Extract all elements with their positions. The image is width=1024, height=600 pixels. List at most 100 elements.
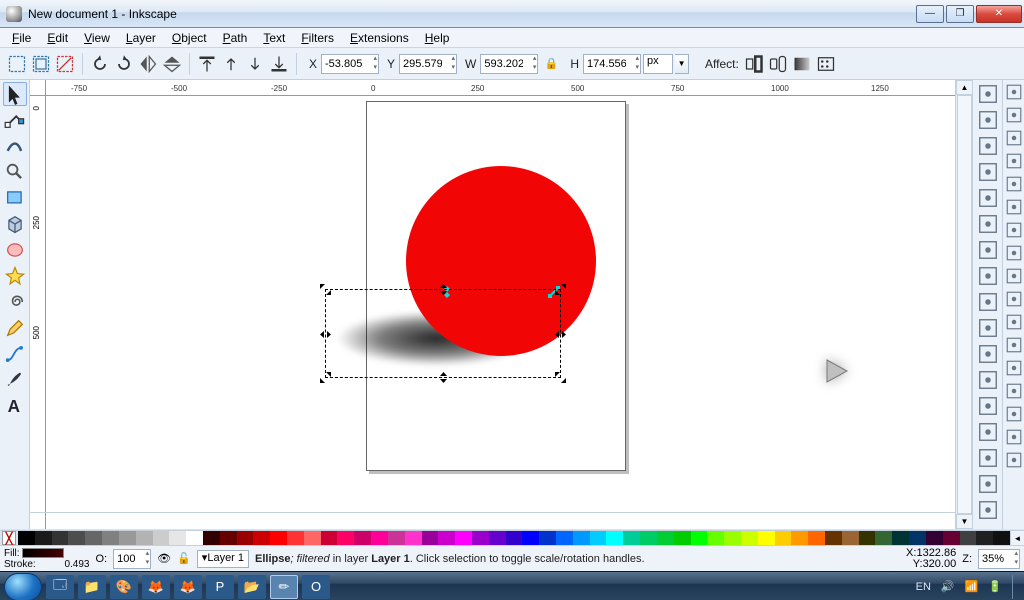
horizontal-scrollbar[interactable] [30, 512, 955, 513]
opacity-input[interactable] [113, 549, 151, 569]
layer-lock-icon[interactable]: 🔓 [177, 552, 191, 565]
tray-battery-icon[interactable]: 🔋 [988, 580, 1002, 593]
affect-pattern-icon[interactable] [815, 53, 837, 75]
color-swatch[interactable] [186, 531, 203, 545]
bezier-tool[interactable] [3, 342, 27, 366]
color-swatch[interactable] [556, 531, 573, 545]
color-swatch[interactable] [724, 531, 741, 545]
ellipse-tool[interactable] [3, 238, 27, 262]
menu-view[interactable]: View [76, 29, 118, 47]
unit-combo-arrow[interactable]: ▼ [675, 54, 689, 74]
calligraphy-tool[interactable] [3, 368, 27, 392]
color-swatch[interactable] [707, 531, 724, 545]
resize-handle-w[interactable] [320, 329, 331, 340]
resize-handle-nw[interactable] [320, 284, 331, 295]
color-swatch[interactable] [455, 531, 472, 545]
taskbar-app-firefox[interactable]: 🦊 [174, 575, 202, 599]
color-swatch[interactable] [52, 531, 69, 545]
text-tool[interactable]: A [3, 394, 27, 418]
color-swatch[interactable] [791, 531, 808, 545]
affect-gradient-icon[interactable] [791, 53, 813, 75]
snap-intersection-icon[interactable] [1004, 243, 1024, 263]
snap-line-icon[interactable] [1004, 312, 1024, 332]
duplicate-icon[interactable] [976, 446, 1000, 470]
color-swatch[interactable] [909, 531, 926, 545]
taskbar-app-explorer[interactable]: 🗔 [46, 575, 74, 599]
resize-handle-n[interactable] [438, 284, 449, 295]
color-swatch[interactable] [18, 531, 35, 545]
palette-menu-arrow[interactable]: ◄ [1010, 531, 1024, 545]
snap-center-icon[interactable] [1004, 220, 1024, 240]
color-swatch[interactable] [102, 531, 119, 545]
color-swatch[interactable] [169, 531, 186, 545]
color-swatch[interactable] [489, 531, 506, 545]
zoom-fit-icon[interactable] [976, 368, 1000, 392]
snap-rotation-icon[interactable] [1004, 427, 1024, 447]
color-swatch[interactable] [472, 531, 489, 545]
color-swatch[interactable] [875, 531, 892, 545]
snap-corner-icon[interactable] [1004, 151, 1024, 171]
color-swatch[interactable] [640, 531, 657, 545]
raise-to-top-icon[interactable] [196, 53, 218, 75]
paste-icon[interactable] [976, 342, 1000, 366]
snap-node-icon[interactable] [1004, 128, 1024, 148]
system-tray[interactable]: EN 🔊 📶 🔋 [916, 575, 1020, 599]
menu-file[interactable]: File [4, 29, 39, 47]
color-swatch[interactable] [388, 531, 405, 545]
vertical-scrollbar[interactable]: ▲ ▼ [955, 80, 972, 529]
tray-lang[interactable]: EN [916, 581, 931, 593]
cut-icon[interactable] [976, 316, 1000, 340]
color-swatch[interactable] [623, 531, 640, 545]
snap-mid-icon[interactable] [1004, 197, 1024, 217]
window-maximize-button[interactable]: ❐ [946, 5, 974, 23]
select-all-icon[interactable] [6, 53, 28, 75]
color-swatch[interactable] [35, 531, 52, 545]
deselect-icon[interactable] [54, 53, 76, 75]
canvas-viewport[interactable] [46, 96, 955, 529]
no-fill-swatch[interactable]: ╳ [2, 531, 16, 545]
taskbar-app-folder[interactable]: 📁 [78, 575, 106, 599]
layer-visibility-icon[interactable]: 👁 [157, 552, 171, 565]
color-swatch[interactable] [119, 531, 136, 545]
window-close-button[interactable]: ✕ [976, 5, 1022, 23]
snap-path-icon[interactable] [1004, 335, 1024, 355]
snap-page-icon[interactable] [1004, 404, 1024, 424]
taskbar-app-powerpoint[interactable]: P [206, 575, 234, 599]
save-icon[interactable] [976, 134, 1000, 158]
taskbar-app-gimp[interactable]: 🦊 [142, 575, 170, 599]
horizontal-ruler[interactable]: -750-500-2500250500750100012501500 [46, 80, 955, 96]
unit-combo[interactable]: px [643, 54, 673, 74]
color-swatch[interactable] [573, 531, 590, 545]
pencil-tool[interactable] [3, 316, 27, 340]
color-swatch[interactable] [606, 531, 623, 545]
rotate-cw-icon[interactable] [113, 53, 135, 75]
color-swatch[interactable] [926, 531, 943, 545]
resize-handle-s[interactable] [438, 372, 449, 383]
color-swatch[interactable] [993, 531, 1010, 545]
menu-edit[interactable]: Edit [39, 29, 76, 47]
layer-combo[interactable]: ▾Layer 1 [197, 550, 249, 568]
open-icon[interactable] [976, 108, 1000, 132]
snap-edge-icon[interactable] [1004, 174, 1024, 194]
color-swatch[interactable] [371, 531, 388, 545]
h-input[interactable] [583, 54, 641, 74]
resize-handle-ne[interactable] [555, 284, 566, 295]
zoom-tool[interactable] [3, 160, 27, 184]
color-swatch[interactable] [691, 531, 708, 545]
import-icon[interactable] [976, 186, 1000, 210]
color-swatch[interactable] [741, 531, 758, 545]
color-swatch[interactable] [422, 531, 439, 545]
box3d-tool[interactable] [3, 212, 27, 236]
color-swatch[interactable] [539, 531, 556, 545]
color-swatch[interactable] [405, 531, 422, 545]
flip-vertical-icon[interactable] [161, 53, 183, 75]
color-swatch[interactable] [337, 531, 354, 545]
tray-network-icon[interactable]: 📶 [965, 580, 979, 593]
color-swatch[interactable] [237, 531, 254, 545]
selector-tool[interactable] [3, 82, 27, 106]
scroll-down-button[interactable]: ▼ [956, 514, 973, 529]
menu-layer[interactable]: Layer [118, 29, 164, 47]
color-swatch[interactable] [136, 531, 153, 545]
resize-handle-se[interactable] [555, 372, 566, 383]
group-icon[interactable] [976, 498, 1000, 522]
